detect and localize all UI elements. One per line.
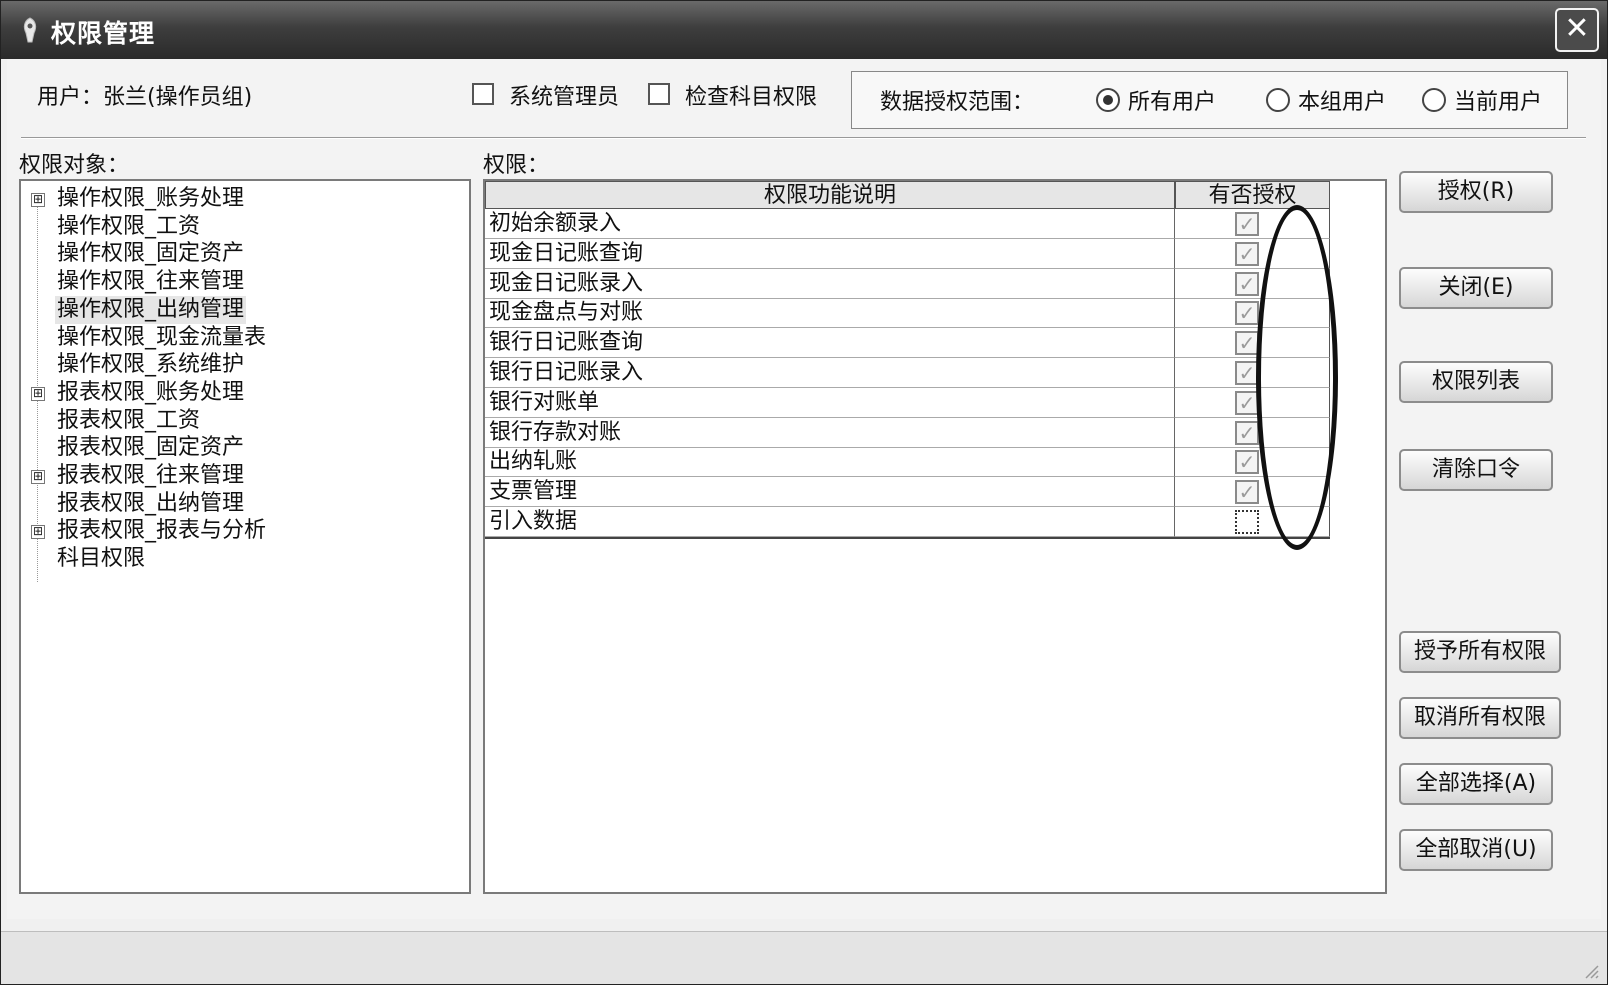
radio-group-users-label: 本组用户 bbox=[1298, 90, 1387, 115]
window-title: 权限管理 bbox=[51, 19, 156, 48]
grant-all-button[interactable]: 授予所有权限 bbox=[1399, 631, 1561, 673]
radio-all-users-label: 所有用户 bbox=[1128, 90, 1217, 115]
permission-desc-cell: 出纳轧账 bbox=[485, 447, 1175, 478]
granted-checkbox[interactable]: ✓ bbox=[1235, 331, 1259, 356]
tree-item[interactable]: 报表权限_工资 bbox=[55, 407, 202, 435]
revoke-all-button[interactable]: 取消所有权限 bbox=[1399, 697, 1561, 739]
data-scope-group: 数据授权范围： 所有用户 本组用户 当前用户 bbox=[851, 71, 1568, 129]
granted-checkbox[interactable]: ✓ bbox=[1235, 271, 1259, 296]
granted-checkbox[interactable]: ✓ bbox=[1235, 420, 1259, 445]
status-bar bbox=[1, 931, 1607, 984]
granted-checkbox[interactable]: ✓ bbox=[1235, 390, 1259, 415]
grid-bottom-border bbox=[485, 537, 1330, 539]
permission-desc-cell: 银行存款对账 bbox=[485, 417, 1175, 448]
perm-list-button[interactable]: 权限列表 bbox=[1399, 361, 1553, 403]
authorize-button[interactable]: 授权(R) bbox=[1399, 171, 1553, 213]
tree-expand-icon[interactable]: ⊞ bbox=[31, 386, 45, 401]
granted-checkbox[interactable]: ✓ bbox=[1235, 212, 1259, 236]
radio-current-user[interactable] bbox=[1422, 88, 1446, 112]
radio-group-users[interactable] bbox=[1266, 88, 1290, 112]
permission-desc-cell: 引入数据 bbox=[485, 507, 1175, 537]
permission-desc-cell: 支票管理 bbox=[485, 477, 1175, 508]
permission-desc-cell: 银行日记账录入 bbox=[485, 358, 1175, 388]
data-scope-label: 数据授权范围： bbox=[880, 90, 1035, 115]
table-row[interactable]: 支票管理 ✓ bbox=[485, 477, 1330, 508]
granted-checkbox[interactable]: ✓ bbox=[1235, 361, 1259, 385]
tree-item[interactable]: 报表权限_账务处理 bbox=[55, 379, 246, 407]
column-header-auth[interactable]: 有否授权 bbox=[1175, 181, 1330, 209]
tree-item[interactable]: 操作权限_现金流量表 bbox=[55, 324, 268, 352]
subject-perm-checkbox[interactable] bbox=[648, 83, 670, 105]
user-label: 用户：张兰(操作员组) bbox=[37, 85, 253, 110]
permission-auth-cell: ✓ bbox=[1175, 238, 1330, 269]
deselect-all-button[interactable]: 全部取消(U) bbox=[1399, 829, 1553, 871]
permission-auth-cell: ✓ bbox=[1175, 477, 1330, 508]
column-header-desc[interactable]: 权限功能说明 bbox=[485, 181, 1175, 209]
sysadmin-label: 系统管理员 bbox=[509, 85, 620, 110]
tree-title: 权限对象： bbox=[19, 153, 130, 178]
tree-item[interactable]: 操作权限_出纳管理 bbox=[55, 295, 247, 324]
close-button[interactable]: 关闭(E) bbox=[1399, 267, 1553, 309]
table-row[interactable]: 现金日记账录入 ✓ bbox=[485, 268, 1330, 299]
permission-auth-cell: ✓ bbox=[1175, 209, 1330, 239]
permission-auth-cell: ✓ bbox=[1175, 328, 1330, 359]
tree-item[interactable]: 操作权限_账务处理 bbox=[55, 185, 246, 213]
table-row[interactable]: 初始余额录入 ✓ bbox=[485, 209, 1330, 239]
not-granted-checkbox[interactable] bbox=[1235, 510, 1259, 534]
permission-auth-cell: ✓ bbox=[1175, 358, 1330, 388]
tree-expand-icon[interactable]: ⊞ bbox=[31, 525, 45, 540]
tree-item[interactable]: 操作权限_工资 bbox=[55, 213, 202, 241]
granted-checkbox[interactable]: ✓ bbox=[1235, 480, 1259, 505]
grid-title: 权限： bbox=[483, 153, 550, 178]
permission-object-tree[interactable]: ⊞ 操作权限_账务处理 操作权限_工资 操作权限_固定资产 操作权限_往来管理 操作权限_… bbox=[19, 179, 471, 894]
tree-item[interactable]: 操作权限_往来管理 bbox=[55, 268, 246, 296]
tree-expand-icon[interactable]: ⊞ bbox=[31, 193, 45, 207]
permission-auth-cell bbox=[1175, 507, 1330, 537]
permission-auth-cell: ✓ bbox=[1175, 268, 1330, 299]
dialog-body: 用户：张兰(操作员组) 系统管理员 检查科目权限 数据授权范围： 所有用户 本组… bbox=[7, 59, 1601, 919]
tree-item[interactable]: 科目权限 bbox=[55, 545, 147, 573]
tree-item[interactable]: 报表权限_往来管理 bbox=[55, 462, 246, 490]
permission-auth-cell: ✓ bbox=[1175, 417, 1330, 448]
permission-auth-cell: ✓ bbox=[1175, 387, 1330, 418]
app-icon bbox=[23, 17, 37, 43]
resize-grip-icon[interactable] bbox=[1581, 961, 1599, 979]
table-row[interactable]: 引入数据 bbox=[485, 507, 1330, 537]
table-row[interactable]: 银行对账单 ✓ bbox=[485, 387, 1330, 418]
permission-grid[interactable]: 权限功能说明 有否授权 初始余额录入 ✓ 现金日记账查询 ✓ 现金日记账录入 ✓ 现金盘点与… bbox=[483, 179, 1387, 894]
permission-dialog: 权限管理 ✕ 用户：张兰(操作员组) 系统管理员 检查科目权限 数据授权范围： … bbox=[0, 0, 1608, 985]
table-row[interactable]: 银行日记账录入 ✓ bbox=[485, 358, 1330, 388]
permission-auth-cell: ✓ bbox=[1175, 298, 1330, 329]
radio-current-user-label: 当前用户 bbox=[1454, 90, 1543, 115]
separator bbox=[21, 137, 1586, 139]
granted-checkbox[interactable]: ✓ bbox=[1235, 241, 1259, 266]
close-icon[interactable]: ✕ bbox=[1555, 8, 1599, 52]
tree-item[interactable]: 报表权限_报表与分析 bbox=[55, 517, 268, 545]
permission-desc-cell: 银行日记账查询 bbox=[485, 328, 1175, 359]
select-all-button[interactable]: 全部选择(A) bbox=[1399, 763, 1553, 805]
granted-checkbox[interactable]: ✓ bbox=[1235, 301, 1259, 326]
permission-desc-cell: 现金日记账查询 bbox=[485, 238, 1175, 269]
sysadmin-checkbox[interactable] bbox=[472, 83, 494, 105]
permission-desc-cell: 现金日记账录入 bbox=[485, 268, 1175, 299]
subject-perm-label: 检查科目权限 bbox=[685, 85, 818, 110]
table-row[interactable]: 现金日记账查询 ✓ bbox=[485, 238, 1330, 269]
permission-desc-cell: 现金盘点与对账 bbox=[485, 298, 1175, 329]
granted-checkbox[interactable]: ✓ bbox=[1235, 450, 1259, 475]
tree-item[interactable]: 操作权限_固定资产 bbox=[55, 240, 246, 268]
table-row[interactable]: 出纳轧账 ✓ bbox=[485, 447, 1330, 478]
table-row[interactable]: 现金盘点与对账 ✓ bbox=[485, 298, 1330, 329]
tree-item[interactable]: 操作权限_系统维护 bbox=[55, 351, 246, 379]
permission-desc-cell: 银行对账单 bbox=[485, 387, 1175, 418]
tree-item[interactable]: 报表权限_固定资产 bbox=[55, 434, 246, 462]
table-row[interactable]: 银行日记账查询 ✓ bbox=[485, 328, 1330, 359]
radio-all-users[interactable] bbox=[1096, 88, 1120, 112]
permission-auth-cell: ✓ bbox=[1175, 447, 1330, 478]
title-bar[interactable]: 权限管理 ✕ bbox=[1, 1, 1607, 59]
clear-password-button[interactable]: 清除口令 bbox=[1399, 449, 1553, 491]
permission-desc-cell: 初始余额录入 bbox=[485, 209, 1175, 239]
table-row[interactable]: 银行存款对账 ✓ bbox=[485, 417, 1330, 448]
tree-item[interactable]: 报表权限_出纳管理 bbox=[55, 490, 246, 518]
tree-expand-icon[interactable]: ⊞ bbox=[31, 470, 45, 484]
